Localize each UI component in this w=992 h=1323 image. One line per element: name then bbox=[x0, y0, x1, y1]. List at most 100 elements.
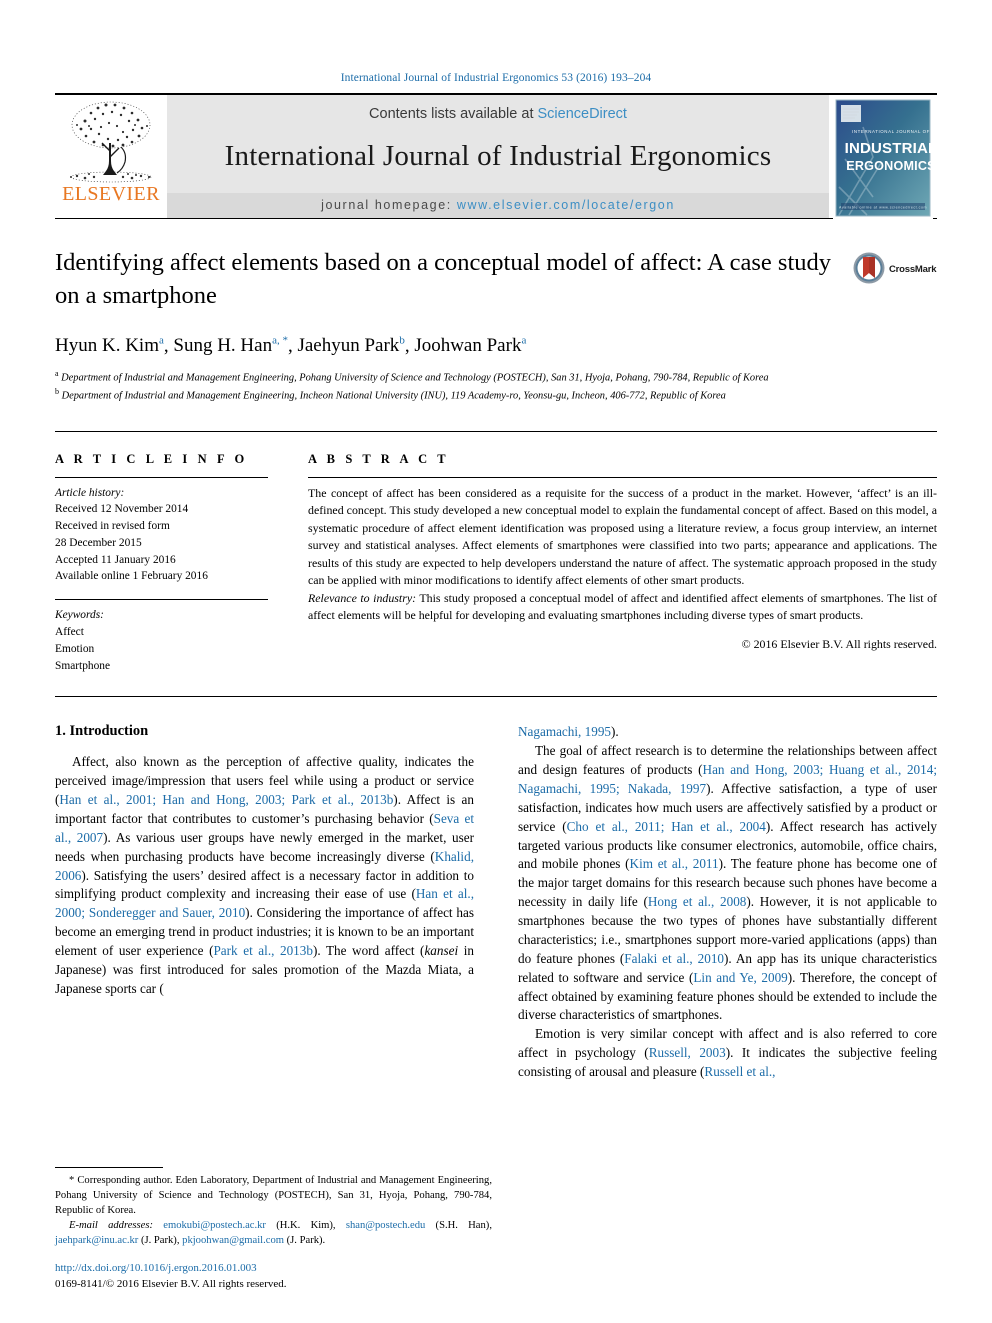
crossmark-icon bbox=[853, 252, 885, 284]
affiliation-a-text: Department of Industrial and Management … bbox=[61, 372, 769, 384]
citation-link[interactable]: Kim et al., 2011 bbox=[630, 856, 719, 871]
history-item: Available online 1 February 2016 bbox=[55, 570, 208, 583]
svg-text:Available online at www.scienc: Available online at www.sciencedirect.co… bbox=[839, 206, 927, 210]
abstract-copyright: © 2016 Elsevier B.V. All rights reserved… bbox=[741, 636, 937, 651]
intro-paragraph-3: Emotion is very similar concept with aff… bbox=[518, 1025, 937, 1082]
keyword-item: Smartphone bbox=[55, 659, 111, 672]
paper-page: International Journal of Industrial Ergo… bbox=[0, 0, 992, 1323]
citation-link[interactable]: Lin and Ye, 2009 bbox=[693, 970, 787, 985]
article-info-column: A R T I C L E I N F O Article history: R… bbox=[55, 452, 308, 675]
history-item: Received in revised form bbox=[55, 520, 170, 533]
citation-link[interactable]: Cho et al., 2011; Han et al., 2004 bbox=[567, 819, 766, 834]
abstract-heading: A B S T R A C T bbox=[308, 451, 450, 466]
relevance-label: Relevance to industry: bbox=[308, 590, 417, 605]
journal-cover-thumbnail: INTERNATIONAL JOURNAL OF INDUSTRIAL ERGO… bbox=[829, 95, 937, 219]
affiliation-b-text: Department of Industrial and Management … bbox=[61, 390, 726, 402]
author-list: Hyun K. Kima, Sung H. Hana, *, Jaehyun P… bbox=[55, 335, 527, 357]
abstract-column: A B S T R A C T The concept of affect ha… bbox=[308, 452, 937, 675]
author-2-name: Sung H. Han bbox=[173, 335, 273, 357]
doi-block: http://dx.doi.org/10.1016/j.ergon.2016.0… bbox=[55, 1261, 492, 1293]
body-columns: 1. Introduction Affect, also known as th… bbox=[55, 723, 937, 1082]
intro-sentence-end: ). bbox=[611, 724, 619, 740]
journal-masthead: ELSEVIER Contents lists available at Sci… bbox=[55, 93, 937, 219]
email-owner-2: (S.H. Han), bbox=[425, 1220, 492, 1232]
elsevier-logo: ELSEVIER bbox=[55, 95, 167, 218]
article-history-label: Article history: bbox=[55, 486, 125, 499]
svg-text:CrossMark: CrossMark bbox=[889, 264, 937, 275]
svg-text:ERGONOMICS: ERGONOMICS bbox=[846, 159, 933, 173]
body-column-right: Nagamachi, 1995). The goal of affect res… bbox=[518, 723, 937, 1082]
email-addresses-note: E-mail addresses: emokubi@postech.ac.kr … bbox=[55, 1218, 492, 1248]
keywords-label: Keywords: bbox=[55, 609, 104, 622]
author-1-name: Hyun K. Kim bbox=[55, 335, 159, 357]
svg-text:INTERNATIONAL JOURNAL OF: INTERNATIONAL JOURNAL OF bbox=[852, 129, 930, 134]
contents-prefix: Contents lists available at bbox=[369, 106, 538, 122]
intro-paragraph-2: The goal of affect research is to determ… bbox=[518, 742, 937, 1025]
section-heading-introduction: 1. Introduction bbox=[55, 723, 149, 740]
keyword-item: Emotion bbox=[55, 642, 95, 655]
doi-link[interactable]: http://dx.doi.org/10.1016/j.ergon.2016.0… bbox=[55, 1261, 492, 1277]
keywords-block: Keywords: Affect Emotion Smartphone bbox=[55, 599, 268, 674]
author-1: Hyun K. Kima bbox=[55, 335, 164, 356]
citation-link[interactable]: Russell, 2003 bbox=[649, 1045, 726, 1060]
email-owner-3: (J. Park), bbox=[138, 1235, 183, 1247]
abstract-body: The concept of affect has been considere… bbox=[308, 478, 937, 654]
contents-available-line: Contents lists available at ScienceDirec… bbox=[369, 106, 627, 122]
citation-link[interactable]: Han et al., 2001; Han and Hong, 2003; Pa… bbox=[59, 792, 393, 807]
author-2-affil-mark: a, * bbox=[272, 335, 288, 348]
article-info-heading: A R T I C L E I N F O bbox=[55, 451, 248, 466]
intro-text-c: ). As various user groups have newly eme… bbox=[55, 829, 474, 864]
journal-homepage-bar: journal homepage: www.elsevier.com/locat… bbox=[167, 193, 829, 218]
citation-link[interactable]: Park et al., 2013b bbox=[213, 943, 312, 958]
history-item: Accepted 11 January 2016 bbox=[55, 553, 176, 566]
author-3-name: Jaehyun Park bbox=[297, 335, 400, 357]
journal-title: International Journal of Industrial Ergo… bbox=[224, 140, 772, 172]
homepage-label: journal homepage: bbox=[321, 198, 457, 212]
citation-link[interactable]: Hong et al., 2008 bbox=[648, 894, 747, 909]
affiliation-a: a Department of Industrial and Managemen… bbox=[55, 368, 937, 386]
abstract-bottom-rule bbox=[55, 696, 937, 698]
affiliation-b-mark: b bbox=[55, 387, 59, 397]
email-owner-4: (J. Park). bbox=[284, 1235, 326, 1247]
abstract-paragraph: The concept of affect has been considere… bbox=[308, 485, 937, 588]
history-item: 28 December 2015 bbox=[55, 536, 142, 549]
sciencedirect-link[interactable]: ScienceDirect bbox=[538, 106, 627, 122]
issn-copyright-line: 0169-8141/© 2016 Elsevier B.V. All right… bbox=[55, 1278, 287, 1291]
email-link-2[interactable]: shan@postech.edu bbox=[346, 1220, 425, 1231]
corresponding-author-note: * Corresponding author. Eden Laboratory,… bbox=[55, 1174, 492, 1217]
footnote-block: * Corresponding author. Eden Laboratory,… bbox=[55, 1166, 492, 1293]
intro-text-d: ). Satisfying the users’ desired affect … bbox=[55, 867, 474, 902]
author-4: Joohwan Parka bbox=[414, 335, 526, 356]
author-3: Jaehyun Parkb bbox=[297, 335, 404, 356]
masthead-center: Contents lists available at ScienceDirec… bbox=[167, 95, 829, 218]
elsevier-tree-icon bbox=[65, 99, 157, 185]
author-4-affil-mark: a bbox=[521, 335, 527, 348]
homepage-link[interactable]: www.elsevier.com/locate/ergon bbox=[457, 198, 675, 212]
email-owner-1: (H.K. Kim), bbox=[265, 1220, 346, 1232]
footnote-rule bbox=[55, 1166, 163, 1168]
info-abstract-section: A R T I C L E I N F O Article history: R… bbox=[55, 430, 937, 675]
email-link-1[interactable]: emokubi@postech.ac.kr bbox=[163, 1220, 266, 1231]
author-1-affil-mark: a bbox=[158, 335, 164, 348]
title-block: Identifying affect elements based on a c… bbox=[55, 219, 937, 312]
body-column-left: 1. Introduction Affect, also known as th… bbox=[55, 723, 474, 1082]
intro-paragraph-1: Affect, also known as the perception of … bbox=[55, 753, 474, 998]
keyword-item: Affect bbox=[55, 626, 84, 638]
citation-link[interactable]: Falaki et al., 2010 bbox=[624, 951, 724, 966]
intro-text-f: ). The word affect ( bbox=[312, 943, 425, 959]
relevance-paragraph: Relevance to industry: This study propos… bbox=[308, 590, 937, 625]
author-2: Sung H. Hana, * bbox=[173, 335, 288, 356]
running-head: International Journal of Industrial Ergo… bbox=[340, 72, 652, 84]
affiliation-b: b Department of Industrial and Managemen… bbox=[55, 386, 937, 404]
svg-text:INDUSTRIAL: INDUSTRIAL bbox=[845, 140, 933, 157]
author-4-name: Joohwan Park bbox=[414, 335, 522, 357]
citation-link[interactable]: Nagamachi, 1995 bbox=[518, 724, 611, 739]
email-link-4[interactable]: pkjoohwan@gmail.com bbox=[182, 1235, 284, 1246]
citation-link[interactable]: Russell et al., bbox=[704, 1064, 775, 1079]
email-link-3[interactable]: jaehpark@inu.ac.kr bbox=[55, 1235, 138, 1246]
affiliation-a-mark: a bbox=[55, 369, 59, 379]
crossmark-badge[interactable]: CrossMark bbox=[851, 247, 937, 285]
page-title: Identifying affect elements based on a c… bbox=[55, 249, 832, 309]
email-label: E-mail addresses: bbox=[69, 1220, 153, 1232]
elsevier-wordmark: ELSEVIER bbox=[62, 183, 160, 205]
